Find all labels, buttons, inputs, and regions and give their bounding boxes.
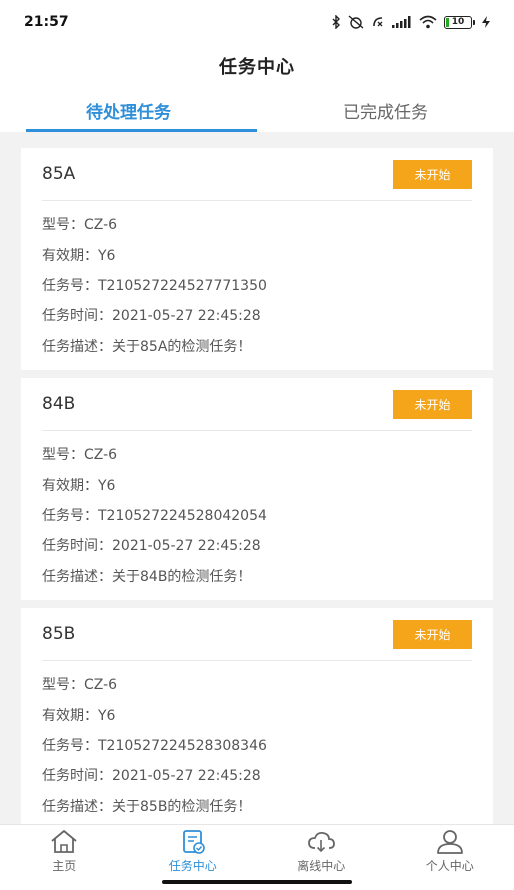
task-time: 任务时间：2021-05-27 22:45:28 bbox=[42, 538, 261, 555]
task-time: 任务时间：2021-05-27 22:45:28 bbox=[42, 768, 261, 785]
tab-pending-tasks[interactable]: 待处理任务 bbox=[0, 88, 257, 132]
task-card-header: 85B 未开始 bbox=[42, 608, 472, 661]
task-description: 任务描述：关于84B的检测任务！ bbox=[42, 568, 252, 585]
task-card-header: 85A 未开始 bbox=[42, 148, 472, 201]
signal-icon bbox=[392, 16, 411, 28]
task-card[interactable]: 85B 未开始 型号：CZ-6 有效期：Y6 任务号：T210527224528… bbox=[21, 608, 493, 824]
task-description: 任务描述：关于85A的检测任务！ bbox=[42, 338, 252, 355]
nav-offline-center-label: 离线中心 bbox=[297, 859, 346, 873]
battery-level: 10 bbox=[451, 16, 465, 27]
task-model: 型号：CZ-6 bbox=[42, 677, 118, 694]
task-model: 型号：CZ-6 bbox=[42, 217, 118, 234]
wifi-icon bbox=[419, 15, 437, 29]
task-status-button[interactable]: 未开始 bbox=[393, 389, 472, 419]
task-validity: 有效期：Y6 bbox=[42, 707, 116, 724]
task-card-body: 型号：CZ-6 有效期：Y6 任务号：T210527224527771350 任… bbox=[42, 201, 472, 361]
nav-home-label: 主页 bbox=[52, 859, 77, 873]
task-name: 84B bbox=[42, 394, 76, 414]
battery-icon: 10 bbox=[444, 15, 475, 29]
nav-personal-center-label: 个人中心 bbox=[425, 859, 474, 873]
status-bar: 21:57 10 bbox=[0, 0, 514, 44]
tab-completed-tasks[interactable]: 已完成任务 bbox=[257, 88, 514, 132]
task-time: 任务时间：2021-05-27 22:45:28 bbox=[42, 308, 261, 325]
task-card[interactable]: 85A 未开始 型号：CZ-6 有效期：Y6 任务号：T210527224527… bbox=[21, 148, 493, 370]
user-icon bbox=[436, 830, 463, 854]
page-title: 任务中心 bbox=[219, 57, 295, 78]
bluetooth-icon bbox=[332, 15, 340, 29]
task-card-body: 型号：CZ-6 有效期：Y6 任务号：T210527224528042054 任… bbox=[42, 431, 472, 591]
task-description: 任务描述：关于85B的检测任务！ bbox=[42, 798, 252, 815]
cloud-download-icon bbox=[308, 831, 336, 853]
task-validity: 有效期：Y6 bbox=[42, 247, 116, 264]
status-time: 21:57 bbox=[24, 14, 69, 30]
task-card-body: 型号：CZ-6 有效期：Y6 任务号：T210527224528308346 任… bbox=[42, 661, 472, 821]
home-indicator bbox=[162, 880, 352, 884]
tab-completed-tasks-label: 已完成任务 bbox=[343, 102, 428, 123]
task-model: 型号：CZ-6 bbox=[42, 447, 118, 464]
nfc-icon bbox=[373, 17, 383, 27]
task-name: 85A bbox=[42, 164, 76, 184]
status-icons: 10 bbox=[331, 15, 490, 29]
alarm-off-icon bbox=[348, 15, 364, 29]
home-icon bbox=[51, 830, 77, 853]
task-card[interactable]: 84B 未开始 型号：CZ-6 有效期：Y6 任务号：T210527224528… bbox=[21, 378, 493, 600]
task-number: 任务号：T210527224528308346 bbox=[42, 737, 267, 754]
task-list[interactable]: 85A 未开始 型号：CZ-6 有效期：Y6 任务号：T210527224527… bbox=[0, 132, 514, 824]
task-status-button[interactable]: 未开始 bbox=[393, 619, 472, 649]
task-number: 任务号：T210527224528042054 bbox=[42, 507, 267, 524]
task-status-button[interactable]: 未开始 bbox=[393, 159, 472, 189]
nav-item-home[interactable]: 主页 bbox=[0, 825, 129, 890]
charging-icon bbox=[482, 16, 490, 28]
task-icon bbox=[182, 830, 205, 854]
task-card-header: 84B 未开始 bbox=[42, 378, 472, 431]
task-name: 85B bbox=[42, 624, 76, 644]
tab-pending-tasks-label: 待处理任务 bbox=[86, 102, 171, 123]
task-tabs: 待处理任务 已完成任务 bbox=[0, 88, 514, 132]
task-validity: 有效期：Y6 bbox=[42, 477, 116, 494]
nav-header: 任务中心 bbox=[0, 44, 514, 88]
task-number: 任务号：T210527224527771350 bbox=[42, 277, 267, 294]
nav-item-personal-center[interactable]: 个人中心 bbox=[386, 825, 514, 890]
nav-task-center-label: 任务中心 bbox=[168, 859, 217, 873]
